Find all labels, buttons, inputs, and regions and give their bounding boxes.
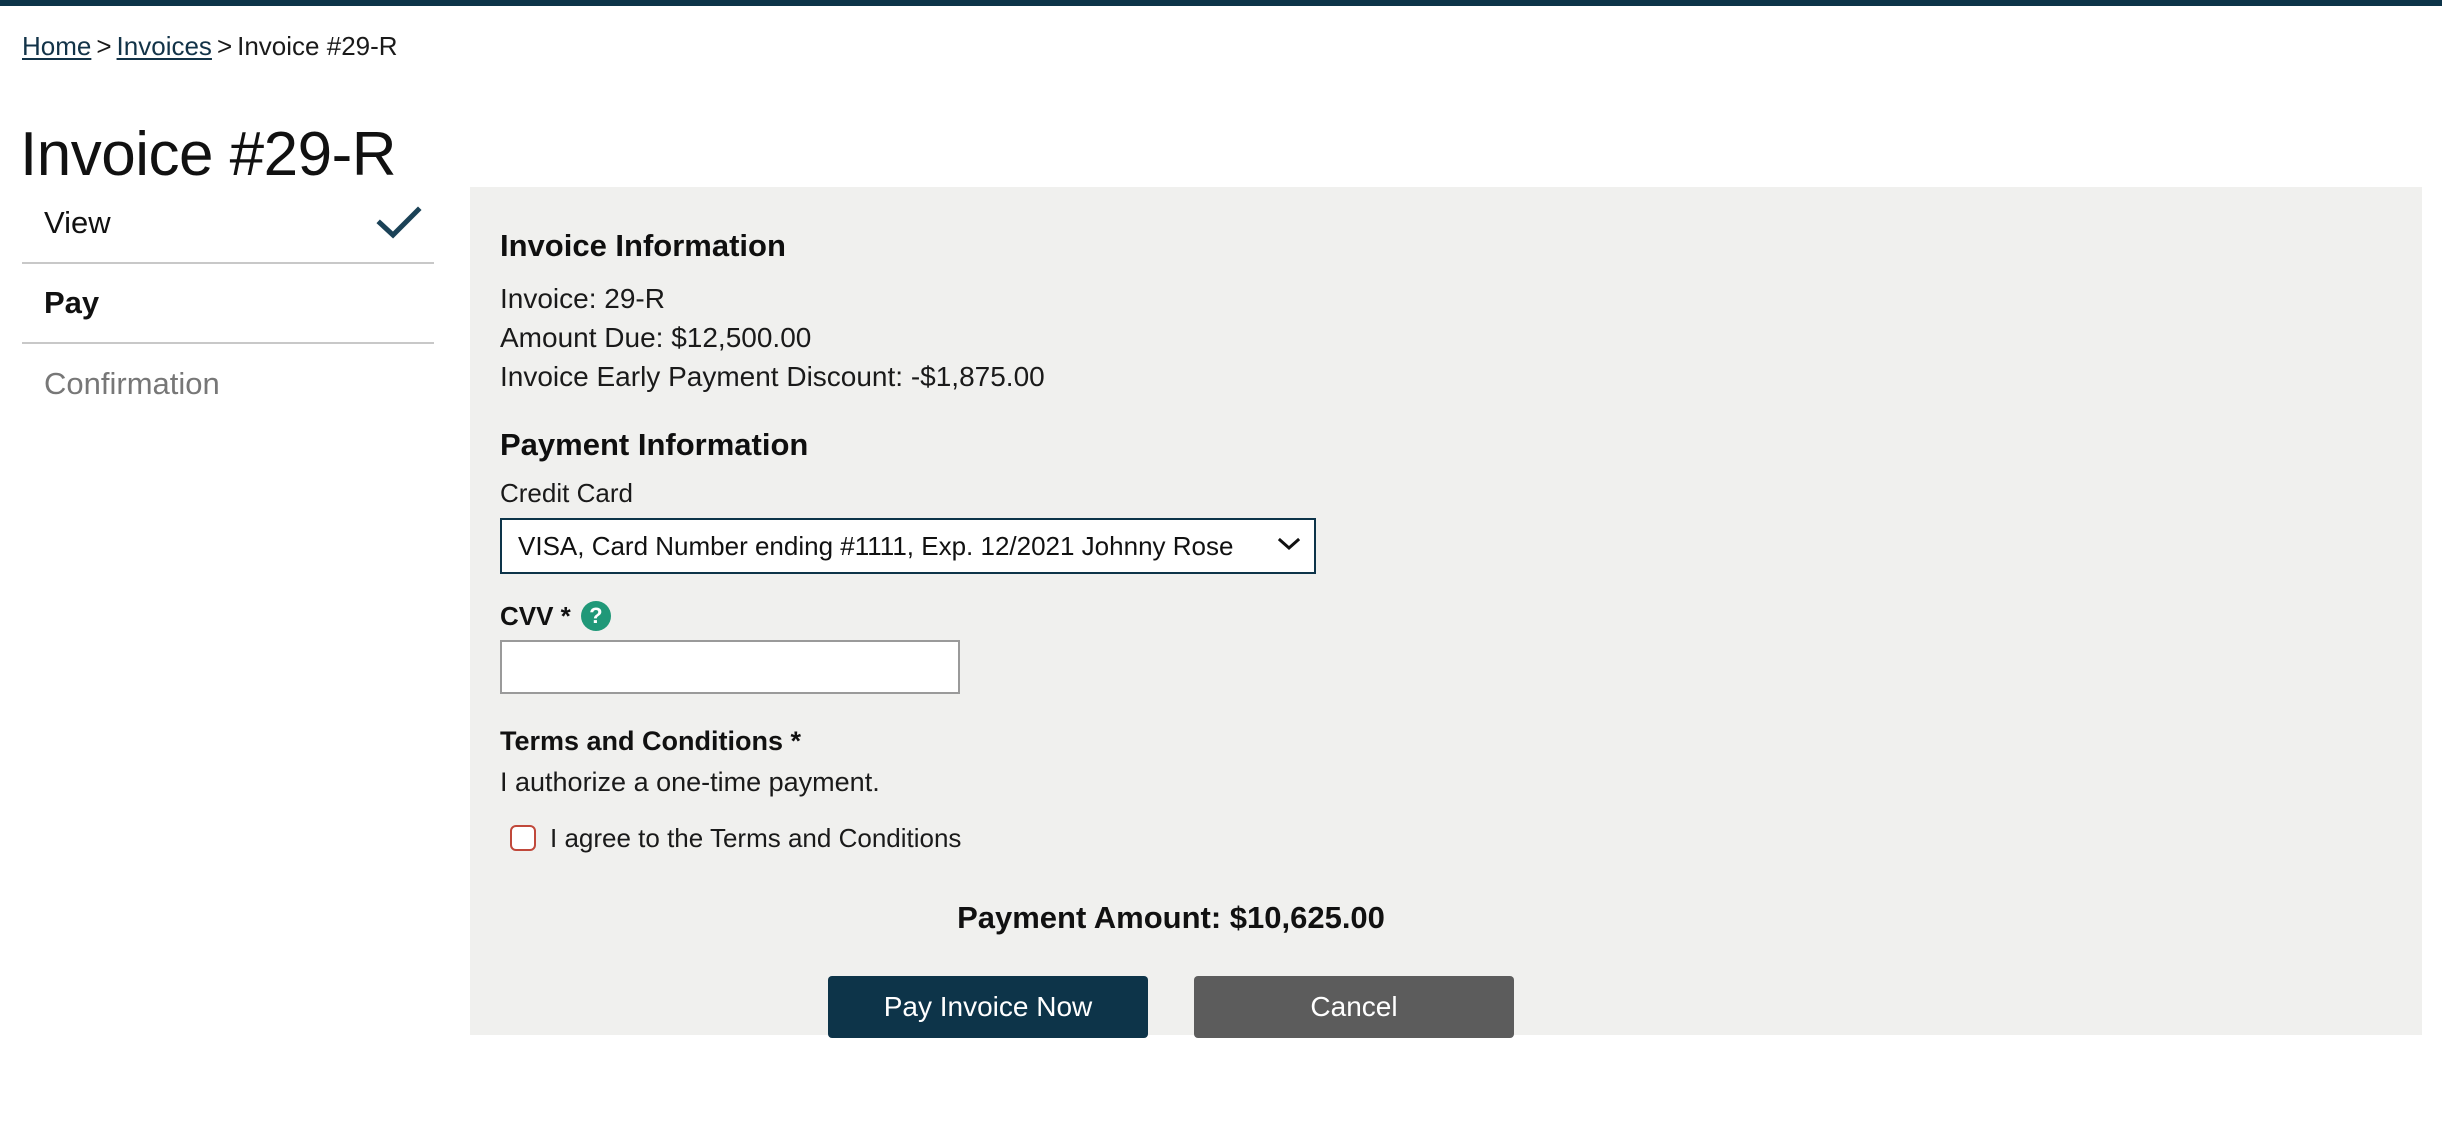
sidebar-item-pay-label: Pay [44,285,100,320]
terms-and-conditions-description: I authorize a one-time payment. [500,767,880,797]
payment-information-heading: Payment Information [500,427,809,462]
breadcrumb-separator-1: > [96,31,112,61]
agree-checkbox-label: I agree to the Terms and Conditions [550,823,962,853]
sidebar-item-view[interactable]: View [22,184,434,264]
cvv-label-row: CVV * ? [500,600,2422,632]
pay-invoice-now-button[interactable]: Pay Invoice Now [828,976,1148,1038]
page-title: Invoice #29-R [20,119,397,189]
sidebar-item-view-label: View [44,205,111,240]
breadcrumb-separator-2: > [216,31,233,61]
credit-card-select-wrap: VISA, Card Number ending #1111, Exp. 12/… [500,518,1316,574]
terms-and-conditions-heading: Terms and Conditions * [500,726,802,756]
action-buttons: Pay Invoice Now Cancel [500,976,2422,1038]
sidebar-item-pay[interactable]: Pay [22,264,434,344]
payment-panel: Invoice Information Invoice: 29-R Amount… [470,187,2422,1038]
sidebar-item-confirmation: Confirmation [22,344,434,424]
breadcrumb-link-invoices[interactable]: Invoices [117,31,212,61]
breadcrumb-link-home[interactable]: Home [22,31,91,61]
cvv-label: CVV * [500,601,571,631]
credit-card-select[interactable]: VISA, Card Number ending #1111, Exp. 12/… [500,518,1316,574]
credit-card-label: Credit Card [500,478,633,508]
step-nav: View Pay Confirmation [22,184,434,424]
cancel-button[interactable]: Cancel [1194,976,1514,1038]
early-payment-discount-line: Invoice Early Payment Discount: -$1,875.… [500,361,1045,392]
agree-checkbox[interactable] [510,825,536,851]
cvv-input[interactable] [500,640,960,694]
invoice-information-heading: Invoice Information [500,228,786,263]
help-circle-icon[interactable]: ? [580,601,611,631]
breadcrumb: Home > Invoices > Invoice #29-R [22,30,398,62]
sidebar-item-confirmation-label: Confirmation [44,366,220,401]
invoice-number-line: Invoice: 29-R [500,283,665,314]
payment-amount: Payment Amount: $10,625.00 [957,900,1385,935]
top-accent-bar [0,0,2442,6]
amount-due-line: Amount Due: $12,500.00 [500,322,812,353]
breadcrumb-current: Invoice #29-R [237,31,398,61]
check-icon [376,206,422,239]
agree-row: I agree to the Terms and Conditions [510,822,2422,854]
